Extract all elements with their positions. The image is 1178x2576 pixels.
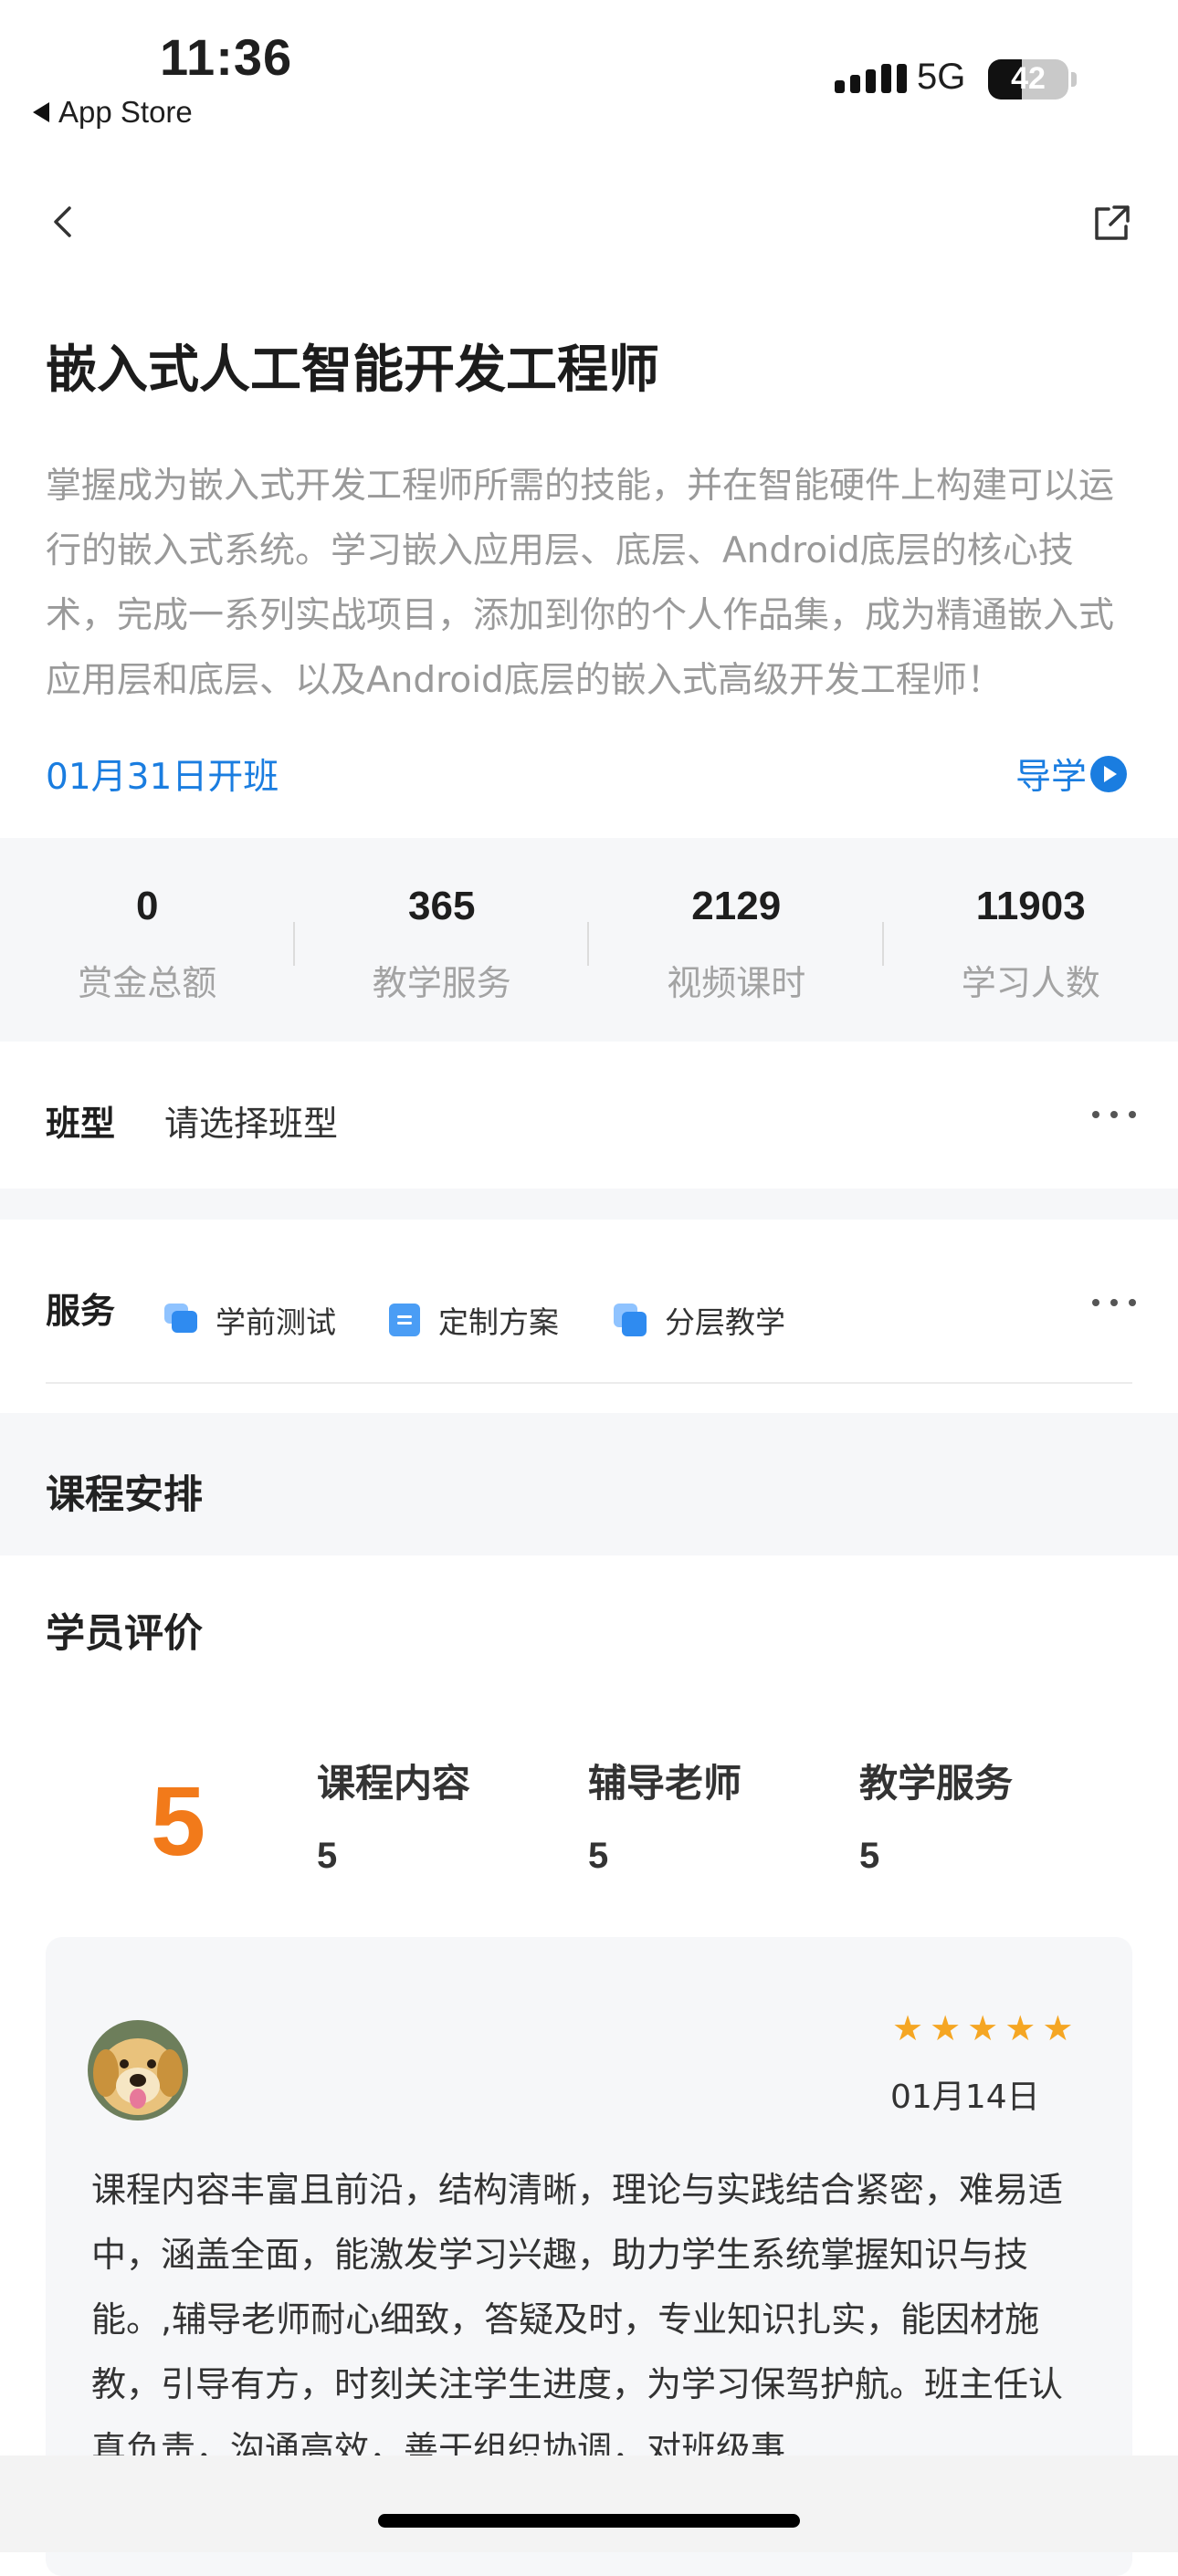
service-pre-test: 学前测试 — [164, 1298, 336, 1342]
battery-percentage: 42 — [988, 61, 1068, 97]
share-external-icon — [1089, 201, 1134, 246]
status-time: 11:36 — [160, 27, 292, 87]
battery-icon: 42 — [988, 59, 1068, 99]
battery-cap — [1071, 72, 1077, 87]
sub-score-content: 课程内容 5 — [317, 1753, 470, 1877]
home-indicator — [378, 2514, 800, 2528]
stat-bounty-total: 0 赏金总额 — [0, 838, 295, 1042]
back-to-app-store-link[interactable]: App Store — [33, 95, 193, 130]
review-date: 01月14日 — [890, 2070, 1040, 2118]
stat-label: 赏金总额 — [0, 955, 295, 1005]
star-icon: ★ — [892, 2010, 923, 2047]
back-button[interactable] — [47, 205, 80, 238]
class-type-more-icon[interactable] — [1092, 1111, 1136, 1120]
puppy-avatar-image — [88, 2020, 188, 2120]
course-title: 嵌入式人工智能开发工程师 — [46, 329, 659, 403]
sub-score-teaching: 教学服务 5 — [859, 1753, 1013, 1877]
star-icon: ★ — [930, 2010, 961, 2047]
back-triangle-icon — [33, 102, 49, 122]
document-icon — [389, 1304, 420, 1336]
service-item-label: 学前测试 — [216, 1298, 336, 1342]
course-schedule-title: 课程安排 — [46, 1463, 203, 1520]
reviews-title: 学员评价 — [46, 1602, 203, 1659]
stat-learners: 11903 学习人数 — [884, 838, 1178, 1042]
bottom-bar — [0, 2456, 1178, 2552]
cellular-signal-icon — [835, 64, 907, 93]
class-type-selector[interactable]: 请选择班型 — [164, 1095, 338, 1146]
back-app-label: App Store — [58, 95, 193, 130]
chat-bubbles-icon — [164, 1304, 197, 1336]
network-type: 5G — [917, 57, 965, 98]
sub-score-label: 辅导老师 — [588, 1761, 742, 1806]
star-icon: ★ — [1042, 2010, 1073, 2047]
course-stats: 0 赏金总额 365 教学服务 2129 视频课时 11903 学习人数 — [0, 838, 1178, 1042]
stat-label: 学习人数 — [884, 955, 1178, 1005]
play-circle-icon — [1090, 756, 1127, 792]
sub-score-value: 5 — [317, 1836, 470, 1877]
class-type-label: 班型 — [46, 1095, 115, 1146]
course-description: 掌握成为嵌入式开发工程师所需的技能，并在智能硬件上构建可以运行的嵌入式系统。学习… — [46, 454, 1137, 713]
stat-teaching-service: 365 教学服务 — [295, 838, 590, 1042]
sub-score-label: 课程内容 — [317, 1761, 470, 1806]
services-more-icon[interactable] — [1092, 1299, 1136, 1308]
sub-score-value: 5 — [588, 1836, 742, 1877]
stat-label: 教学服务 — [295, 955, 590, 1005]
layers-icon — [614, 1304, 647, 1336]
review-text: 课程内容丰富且前沿，结构清晰，理论与实践结合紧密，难易适中，涵盖全面，能激发学习… — [91, 2158, 1087, 2482]
guide-button[interactable]: 导学 — [1015, 749, 1127, 800]
service-tiered-teaching: 分层教学 — [614, 1298, 785, 1342]
service-label: 服务 — [46, 1283, 115, 1333]
service-item-label: 分层教学 — [665, 1298, 785, 1342]
chevron-left-icon — [47, 205, 80, 238]
overall-score: 5 — [151, 1764, 205, 1878]
sub-score-label: 教学服务 — [859, 1761, 1013, 1806]
review-rating-stars: ★★★★★ — [892, 2010, 1073, 2047]
share-button[interactable] — [1089, 201, 1134, 246]
stat-label: 视频课时 — [589, 955, 884, 1005]
stat-value: 365 — [295, 884, 590, 929]
star-icon: ★ — [1004, 2010, 1036, 2047]
guide-label: 导学 — [1015, 749, 1087, 800]
class-start-date: 01月31日开班 — [46, 749, 279, 800]
stat-value: 2129 — [589, 884, 884, 929]
star-icon: ★ — [967, 2010, 998, 2047]
service-custom-plan: 定制方案 — [389, 1298, 559, 1342]
stat-value: 11903 — [884, 884, 1178, 929]
stat-value: 0 — [0, 884, 295, 929]
divider — [46, 1382, 1132, 1384]
sub-score-tutor: 辅导老师 5 — [588, 1753, 742, 1877]
section-gap — [0, 1189, 1178, 1220]
service-item-label: 定制方案 — [438, 1298, 559, 1342]
avatar — [88, 2020, 188, 2120]
stat-video-hours: 2129 视频课时 — [589, 838, 884, 1042]
sub-score-value: 5 — [859, 1836, 1013, 1877]
